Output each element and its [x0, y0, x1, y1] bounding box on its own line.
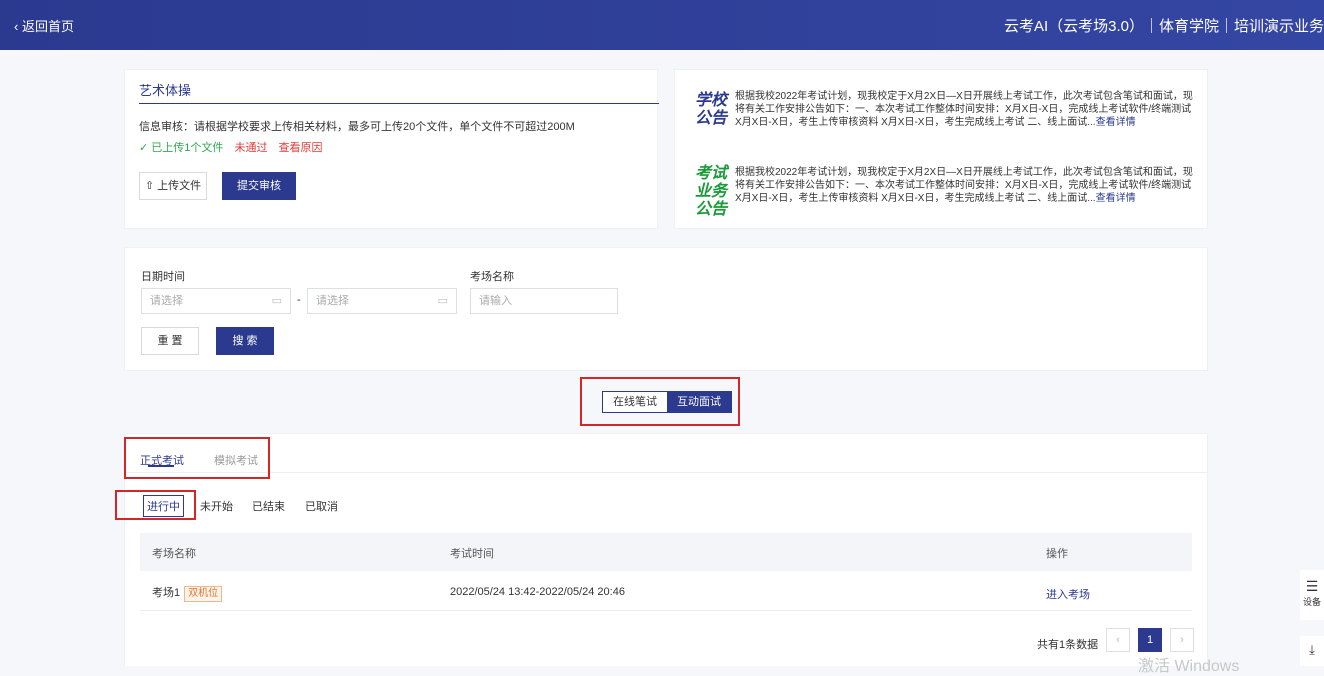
status-tab-cancelled[interactable]: 已取消: [305, 498, 338, 514]
calendar-icon: ▭: [271, 295, 282, 307]
upload-card: 艺术体操 信息审核：请根据学校要求上传相关材料，最多可上传20个文件，单个文件不…: [124, 69, 659, 229]
card-title: 艺术体操: [139, 83, 192, 98]
device-label: 设备: [1302, 597, 1321, 607]
title-underline: [139, 103, 659, 104]
prev-page-button[interactable]: ‹: [1106, 628, 1130, 652]
row-divider: [140, 610, 1192, 611]
row-exam-time: 2022/05/24 13:42-2022/05/24 20:46: [450, 586, 625, 598]
row-name-cell: 考场1 双机位: [152, 584, 223, 602]
back-home-label: 返回首页: [21, 19, 74, 34]
school-notice-more-link[interactable]: 查看详情: [1096, 117, 1136, 128]
page-1-button[interactable]: 1: [1138, 628, 1162, 652]
menu-icon: ☰: [1305, 578, 1319, 594]
column-header-action: 操作: [1046, 548, 1068, 560]
upload-file-button[interactable]: ⇧ 上传文件: [139, 172, 207, 200]
download-icon: ⤓: [1309, 642, 1315, 657]
exam-room-name-label: 考场名称: [470, 271, 514, 283]
status-tab-not-started[interactable]: 未开始: [200, 498, 233, 514]
date-label: 日期时间: [141, 271, 185, 283]
download-float-button[interactable]: ⤓: [1300, 636, 1324, 666]
exam-notice-more-link[interactable]: 查看详情: [1096, 193, 1136, 204]
column-header-time: 考试时间: [450, 548, 494, 560]
start-date-input[interactable]: 请选择 ▭: [141, 288, 291, 314]
top-bar: ‹ 返回首页 云考AI（云考场3.0）｜体育学院｜培训演示业务: [0, 0, 1324, 50]
mode-online-written[interactable]: 在线笔试: [603, 392, 667, 412]
device-float-button[interactable]: ☰ 设备: [1300, 570, 1324, 620]
dual-camera-badge: 双机位: [184, 586, 223, 602]
status-tab-in-progress[interactable]: 进行中: [143, 495, 184, 517]
submit-review-button[interactable]: 提交审核: [222, 172, 296, 200]
total-count: 共有1条数据: [1037, 639, 1099, 651]
search-button[interactable]: 搜 索: [216, 327, 274, 355]
row-exam-room-name: 考场1: [152, 587, 181, 599]
upload-file-label: 上传文件: [157, 180, 202, 192]
table-header: 考场名称 考试时间 操作: [140, 533, 1192, 571]
mode-switch: 在线笔试 互动面试: [602, 391, 732, 413]
exam-room-name-input[interactable]: 请输入: [470, 288, 618, 314]
upload-info: 信息审核：请根据学校要求上传相关材料，最多可上传20个文件，单个文件不可超过20…: [139, 121, 575, 133]
fail-status: 未通过: [234, 142, 268, 154]
mode-interactive-interview[interactable]: 互动面试: [667, 392, 731, 412]
end-date-placeholder: 请选择: [316, 295, 349, 307]
school-notice-text: 根据我校2022年考试计划，现我校定于X月2X日—X日开展线上考试工作，此次考试…: [735, 90, 1195, 129]
exam-notice-tag: 考试 业务 公告: [695, 165, 728, 218]
reset-button[interactable]: 重 置: [141, 327, 199, 355]
calendar-icon: ▭: [437, 295, 448, 307]
upload-icon: ⇧: [144, 180, 155, 192]
next-page-button[interactable]: ›: [1170, 628, 1194, 652]
tabs-divider: [124, 472, 1208, 473]
upload-status: ✓ 已上传1个文件 未通过 查看原因: [139, 139, 323, 155]
end-date-input[interactable]: 请选择 ▭: [307, 288, 457, 314]
start-date-placeholder: 请选择: [150, 295, 183, 307]
exam-notice-text: 根据我校2022年考试计划，现我校定于X月2X日—X日开展线上考试工作，此次考试…: [735, 166, 1195, 205]
school-notice-tag: 学校 公告: [695, 92, 728, 127]
notice-card: 学校 公告 根据我校2022年考试计划，现我校定于X月2X日—X日开展线上考试工作…: [674, 69, 1208, 229]
exam-room-name-placeholder: 请输入: [479, 295, 512, 307]
column-header-name: 考场名称: [152, 548, 196, 560]
enter-exam-room-link[interactable]: 进入考场: [1046, 586, 1090, 602]
filter-card: 日期时间 请选择 ▭ - 请选择 ▭ 考场名称 请输入 重 置 搜 索: [124, 247, 1208, 371]
active-tab-indicator: [148, 465, 174, 467]
tab-mock-exam[interactable]: 模拟考试: [214, 452, 258, 468]
uploaded-count: ✓ 已上传1个文件: [139, 142, 224, 154]
app-title: 云考AI（云考场3.0）｜体育学院｜培训演示业务: [1003, 18, 1324, 35]
windows-activation-watermark: 激活 Windows: [1138, 658, 1240, 675]
status-tab-ended[interactable]: 已结束: [252, 498, 285, 514]
chevron-left-icon: ‹: [14, 19, 19, 34]
back-home-link[interactable]: ‹ 返回首页: [14, 16, 74, 35]
view-reason-link[interactable]: 查看原因: [279, 142, 323, 154]
date-separator: -: [297, 294, 301, 306]
